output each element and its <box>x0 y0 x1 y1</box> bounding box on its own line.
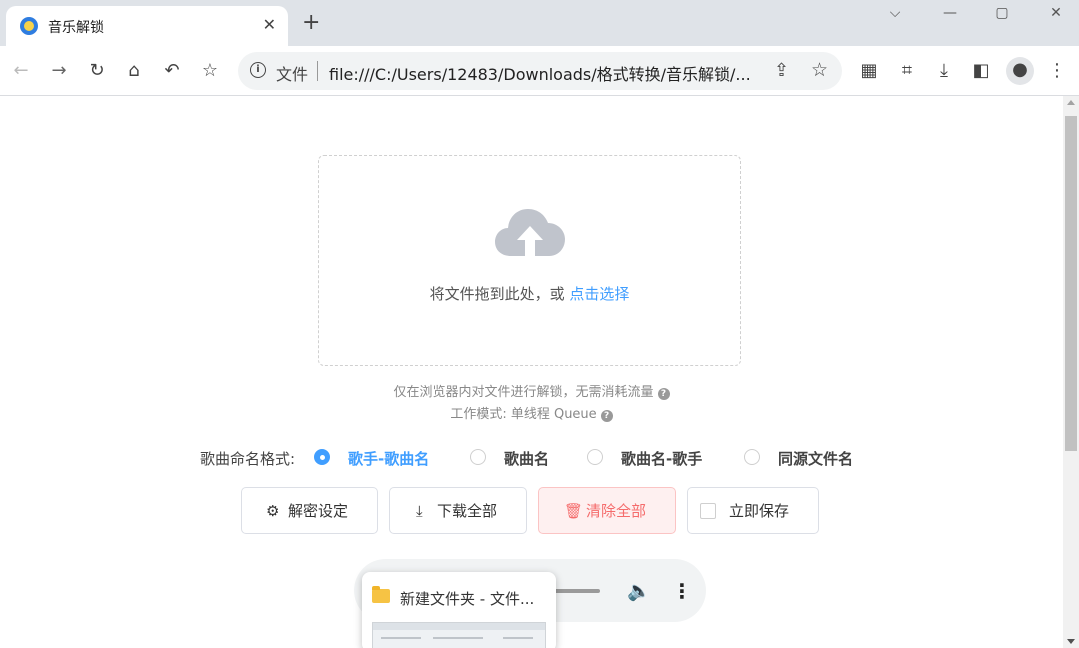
favicon-icon <box>20 17 38 35</box>
site-info-icon[interactable]: i <box>250 62 266 78</box>
help-icon[interactable]: ? <box>657 388 670 400</box>
tab-strip: 音乐解锁 ✕ + ⌵ — ▢ ✕ <box>0 0 1079 46</box>
window-preview-popup[interactable]: 新建文件夹 - 文件... <box>362 572 556 648</box>
thumb-line <box>433 637 483 639</box>
thumb-line <box>381 637 421 639</box>
drop-prompt-text: 将文件拖到此处，或 <box>429 285 565 303</box>
select-file-link[interactable]: 点击选择 <box>569 285 629 303</box>
bookmark-page-icon[interactable]: ☆ <box>811 59 828 81</box>
home-icon[interactable]: ⌂ <box>121 58 147 84</box>
close-tab-icon[interactable]: ✕ <box>263 15 276 35</box>
scroll-up-arrow-icon[interactable] <box>1067 100 1075 105</box>
radio-label: 同源文件名 <box>778 450 854 468</box>
tab-search-chevron-icon[interactable]: ⌵ <box>885 4 905 24</box>
radio-label: 歌手-歌曲名 <box>348 450 430 468</box>
bookmark-star-icon[interactable]: ☆ <box>197 58 223 84</box>
radio-circle[interactable] <box>744 449 760 465</box>
drop-prompt: 将文件拖到此处，或 点击选择 <box>319 283 740 304</box>
address-separator <box>317 61 318 81</box>
address-url[interactable]: file:///C:/Users/12483/Downloads/格式转换/音乐… <box>329 61 764 85</box>
more-options-icon[interactable]: ⋮ <box>672 579 692 603</box>
forward-icon[interactable]: → <box>46 58 72 84</box>
browser-tab[interactable]: 音乐解锁 ✕ <box>6 6 288 46</box>
profile-avatar-icon[interactable]: ● <box>1006 57 1034 85</box>
help-icon[interactable]: ? <box>600 410 613 422</box>
thumb-line <box>503 637 533 639</box>
side-panel-icon[interactable]: ◧ <box>968 58 994 84</box>
hint-mode: 工作模式: 单线程 Queue? <box>0 403 1063 422</box>
naming-format-group: 歌曲命名格式: 歌手-歌曲名 歌曲名 歌曲名-歌手 同源文件名 <box>200 447 900 469</box>
button-label: 清除全部 <box>586 502 647 520</box>
tab-title: 音乐解锁 <box>48 20 104 36</box>
radio-circle[interactable] <box>587 449 603 465</box>
preview-title: 新建文件夹 - 文件... <box>400 590 535 608</box>
trash-icon: 🗑 <box>564 502 584 520</box>
reload-icon[interactable]: ↻ <box>84 58 110 84</box>
page-scrollbar[interactable] <box>1063 96 1079 648</box>
share-icon[interactable]: ⇪ <box>774 60 789 81</box>
download-all-button[interactable]: ⤓ 下载全部 <box>389 487 527 534</box>
preview-thumbnail[interactable] <box>372 622 546 648</box>
minimize-icon[interactable]: — <box>940 4 960 24</box>
naming-format-label: 歌曲命名格式: <box>200 450 296 468</box>
volume-icon[interactable]: 🔈 <box>627 579 651 602</box>
gear-icon: ⚙ <box>266 502 280 520</box>
save-now-checkbox[interactable] <box>700 503 716 519</box>
hint-local-text: 仅在浏览器内对文件进行解锁，无需消耗流量 <box>393 385 654 400</box>
extensions-grid-icon[interactable]: ▦ <box>856 58 882 84</box>
file-dropzone[interactable]: 将文件拖到此处，或 点击选择 <box>318 155 741 366</box>
button-label: 解密设定 <box>288 502 349 520</box>
download-icon: ⤓ <box>416 502 423 520</box>
menu-kebab-icon[interactable]: ⋮ <box>1044 58 1070 84</box>
crop-icon[interactable]: ⌗ <box>894 58 920 84</box>
save-now-button[interactable]: 立即保存 <box>687 487 819 534</box>
upload-cloud-icon <box>495 209 565 256</box>
scroll-thumb[interactable] <box>1065 116 1077 451</box>
maximize-icon[interactable]: ▢ <box>992 4 1012 24</box>
clear-all-button[interactable]: 🗑 清除全部 <box>538 487 676 534</box>
back-icon[interactable]: ← <box>8 58 34 84</box>
hint-mode-text: 工作模式: 单线程 Queue <box>450 407 597 422</box>
radio-circle-checked[interactable] <box>314 449 330 465</box>
address-scheme-label: 文件 <box>276 65 309 84</box>
address-bar[interactable]: i 文件 file:///C:/Users/12483/Downloads/格式… <box>238 52 842 90</box>
radio-circle[interactable] <box>470 449 486 465</box>
browser-toolbar: ← → ↻ ⌂ ↶ ☆ i 文件 file:///C:/Users/12483/… <box>0 46 1079 96</box>
close-window-icon[interactable]: ✕ <box>1046 4 1066 24</box>
thumb-titlebar <box>373 623 545 630</box>
radio-label: 歌曲名 <box>504 450 550 468</box>
download-icon[interactable]: ⤓ <box>931 58 957 84</box>
scroll-down-arrow-icon[interactable] <box>1067 639 1075 644</box>
button-label: 下载全部 <box>437 502 498 520</box>
decrypt-settings-button[interactable]: ⚙ 解密设定 <box>241 487 378 534</box>
undo-icon[interactable]: ↶ <box>159 58 185 84</box>
hint-local: 仅在浏览器内对文件进行解锁，无需消耗流量? <box>0 381 1063 400</box>
radio-label: 歌曲名-歌手 <box>621 450 703 468</box>
button-label: 立即保存 <box>729 502 790 520</box>
new-tab-icon[interactable]: + <box>302 12 320 34</box>
folder-icon <box>372 586 390 603</box>
